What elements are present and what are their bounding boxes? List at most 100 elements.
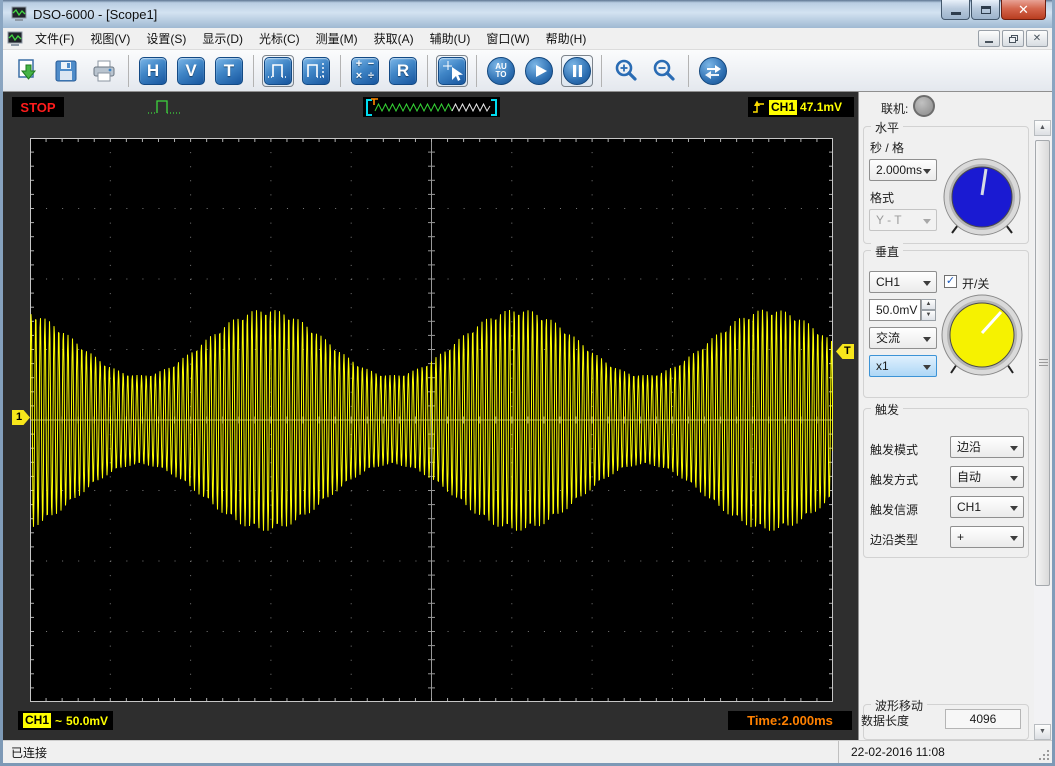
menu-setup[interactable]: 设置(S) <box>138 27 194 50</box>
format-select: Y - T <box>869 209 937 231</box>
pulse-wave-icon <box>264 56 292 85</box>
close-button[interactable]: ✕ <box>1001 0 1046 20</box>
scroll-grip-icon <box>1039 359 1048 367</box>
resize-grip[interactable] <box>1038 749 1050 761</box>
minimize-button[interactable] <box>941 0 970 20</box>
trigger-sweep-select[interactable]: 自动 <box>950 466 1024 488</box>
menu-cursor[interactable]: 光标(C) <box>251 27 308 50</box>
mdi-minimize-icon <box>985 40 993 43</box>
menu-help[interactable]: 帮助(H) <box>538 27 595 50</box>
save-button[interactable] <box>50 55 82 87</box>
sec-per-div-select[interactable]: 2.000ms <box>869 159 937 181</box>
r-letter-icon: R <box>389 56 417 85</box>
pause-icon <box>563 56 591 85</box>
trigger-mode-label: 触发模式 <box>870 443 919 457</box>
toolbar-separator <box>427 54 428 87</box>
maximize-button[interactable] <box>971 0 1000 20</box>
trigger-level-marker[interactable]: T <box>836 344 854 359</box>
v-letter-icon: V <box>177 56 205 85</box>
cursor-tool-icon <box>438 56 466 85</box>
zoom-out-button[interactable] <box>648 55 680 87</box>
format-label: 格式 <box>870 191 895 205</box>
cursor-tool-button[interactable] <box>436 54 468 87</box>
vertical-setup-button[interactable]: V <box>175 55 207 87</box>
window-title: DSO-6000 - [Scope1] <box>33 6 158 22</box>
coupling-symbol: ~ <box>55 713 63 728</box>
run-button[interactable] <box>523 55 555 87</box>
menu-utility[interactable]: 辅助(U) <box>422 27 479 50</box>
main-toolbar: H V T + − × ÷ R AU TO <box>3 50 1052 92</box>
app-window: DSO-6000 - [Scope1] ✕ 文件(F) 视图(V) 设置(S) … <box>0 0 1055 766</box>
mdi-minimize-button[interactable] <box>978 30 1000 47</box>
menu-view[interactable]: 视图(V) <box>82 27 138 50</box>
data-length-field[interactable]: 4096 <box>945 709 1021 729</box>
horizontal-knob[interactable] <box>940 157 1024 241</box>
menu-display[interactable]: 显示(D) <box>194 27 251 50</box>
menu-window[interactable]: 窗口(W) <box>478 27 537 50</box>
probe-select[interactable]: x1 <box>869 355 937 377</box>
volts-per-div-field[interactable]: 50.0mV <box>869 299 921 321</box>
refresh-icon <box>699 56 727 85</box>
menu-file[interactable]: 文件(F) <box>27 27 82 50</box>
scroll-up-button[interactable]: ▲ <box>1034 120 1051 136</box>
channel-on-off-checkbox[interactable]: ✓ <box>944 275 957 288</box>
vertical-group: 垂直 CH1 ✓ 开/关 50.0mV ▲ ▼ 交流 x1 <box>863 243 1029 398</box>
trigger-readout: CH1 47.1mV <box>748 97 854 117</box>
toolbar-separator <box>253 54 254 87</box>
trigger-channel-badge: CH1 <box>769 99 798 115</box>
main-content: STOP CH1 47.1mV 1 T CH1 ~ 50.0mV Time:2.… <box>3 92 1052 740</box>
horizontal-group: 水平 秒 / 格 2.000ms 格式 Y - T <box>863 119 1029 244</box>
toolbar-separator <box>476 54 477 87</box>
play-icon <box>525 56 553 85</box>
menu-acquire[interactable]: 获取(A) <box>366 27 422 50</box>
panel-scrollbar[interactable]: ▲ ▼ <box>1034 120 1051 740</box>
waveform-preview-icon <box>366 98 497 116</box>
scroll-down-button[interactable]: ▼ <box>1034 724 1051 740</box>
pulse-wave-button[interactable] <box>262 54 294 87</box>
status-bar: 已连接 22-02-2016 11:08 <box>3 740 1052 763</box>
trigger-pulse-indicator-icon <box>148 100 180 114</box>
toolbar-separator <box>340 54 341 87</box>
volts-per-div-stepper[interactable]: ▲ ▼ <box>921 299 936 321</box>
reference-button[interactable]: R <box>387 55 419 87</box>
link-status-label: 联机: <box>881 102 909 116</box>
coupling-select[interactable]: 交流 <box>869 327 937 349</box>
math-button[interactable]: + − × ÷ <box>349 55 381 87</box>
autoset-button[interactable]: AU TO <box>485 55 517 87</box>
horizontal-group-title: 水平 <box>871 119 904 136</box>
menu-measure[interactable]: 测量(M) <box>308 27 366 50</box>
step-up-icon: ▲ <box>921 299 936 310</box>
mdi-child-icon <box>7 31 23 46</box>
toolbar-separator <box>128 54 129 87</box>
zoom-in-button[interactable] <box>610 55 642 87</box>
trigger-mode-select[interactable]: 边沿 <box>950 436 1024 458</box>
horizontal-setup-button[interactable]: H <box>137 55 169 87</box>
trigger-group: 触发 触发模式 边沿 触发方式 自动 触发信源 CH1 边沿类型 + <box>863 401 1029 558</box>
datetime-text: 22-02-2016 11:08 <box>851 745 945 759</box>
mdi-close-button[interactable]: ✕ <box>1026 30 1048 47</box>
rising-edge-icon <box>753 100 764 113</box>
mdi-restore-icon <box>1008 34 1018 43</box>
vertical-knob[interactable] <box>938 293 1026 381</box>
autoset-icon: AU TO <box>487 56 515 85</box>
minimize-icon <box>950 12 961 15</box>
open-button[interactable] <box>12 55 44 87</box>
connection-status: 已连接 <box>11 745 48 760</box>
title-bar: DSO-6000 - [Scope1] ✕ <box>3 0 1052 28</box>
channel-select[interactable]: CH1 <box>869 271 937 293</box>
pulse-measure-button[interactable] <box>300 55 332 87</box>
pause-button[interactable] <box>561 54 593 87</box>
scroll-thumb[interactable] <box>1035 140 1050 586</box>
trigger-source-select[interactable]: CH1 <box>950 496 1024 518</box>
run-state-indicator: STOP <box>12 97 64 117</box>
refresh-button[interactable] <box>697 55 729 87</box>
timebase-readout: Time:2.000ms <box>728 711 852 730</box>
channel1-position-marker[interactable]: 1 <box>12 410 30 425</box>
trigger-setup-button[interactable]: T <box>213 55 245 87</box>
mdi-restore-button[interactable] <box>1002 30 1024 47</box>
link-status-indicator <box>913 95 935 117</box>
t-letter-icon: T <box>215 56 243 85</box>
print-button[interactable] <box>88 55 120 87</box>
close-icon: ✕ <box>1018 1 1029 17</box>
edge-type-select[interactable]: + <box>950 526 1024 548</box>
